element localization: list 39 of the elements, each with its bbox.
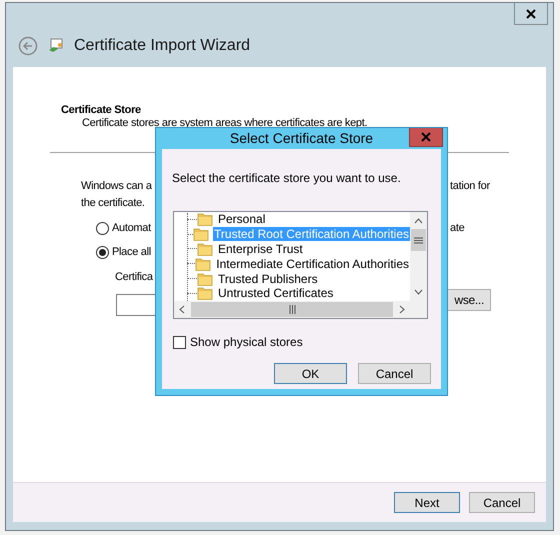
option-label: Place all xyxy=(112,244,151,260)
certificate-icon xyxy=(48,38,64,54)
close-button[interactable] xyxy=(514,3,548,25)
close-icon xyxy=(526,8,536,18)
cancel-button[interactable]: Cancel xyxy=(469,492,535,513)
window-title: Certificate Import Wizard xyxy=(74,36,250,56)
tree-item[interactable]: Trusted Publishers xyxy=(217,272,319,286)
folder-icon xyxy=(197,212,213,226)
tree-item[interactable]: Intermediate Certification Authorities xyxy=(215,256,410,271)
default-button[interactable]: OK xyxy=(274,363,347,384)
horizontal-scrollbar[interactable] xyxy=(174,301,410,318)
vertical-scrollbar[interactable] xyxy=(410,212,427,301)
folder-icon xyxy=(197,242,213,256)
radio-button[interactable] xyxy=(96,222,109,234)
radio-button[interactable] xyxy=(96,246,109,258)
grip-icon[interactable] xyxy=(288,305,296,314)
default-button[interactable]: Next xyxy=(394,492,460,513)
tree-item[interactable]: Personal xyxy=(217,212,266,226)
intro-text: Windows can a xyxy=(81,180,152,192)
grip-icon[interactable] xyxy=(414,236,423,244)
field-label: Certifica xyxy=(115,271,153,283)
intro-text: tation for xyxy=(450,179,490,194)
dialog-prompt: Select the certificate store you want to use. xyxy=(171,170,402,187)
option-label: Automat xyxy=(112,220,151,236)
intro-text: the certificate. xyxy=(80,196,146,210)
checkbox[interactable] xyxy=(173,336,186,348)
folder-icon xyxy=(193,227,210,242)
option-label: ate xyxy=(450,220,464,236)
checkbox-label: Show physical stores xyxy=(190,334,303,351)
folder-icon xyxy=(197,286,213,300)
close-icon xyxy=(421,132,431,142)
folder-icon xyxy=(197,272,213,286)
cancel-button[interactable]: Cancel xyxy=(358,363,431,384)
dialog-title: Select Certificate Store xyxy=(230,129,374,148)
section-description: Certificate stores are system areas where certificates are kept. xyxy=(81,117,368,130)
tree-item[interactable]: Enterprise Trust xyxy=(217,242,304,256)
section-heading: Certificate Store xyxy=(60,104,142,117)
folder-icon xyxy=(195,256,212,271)
tree-item[interactable]: Untrusted Certificates xyxy=(217,286,334,300)
